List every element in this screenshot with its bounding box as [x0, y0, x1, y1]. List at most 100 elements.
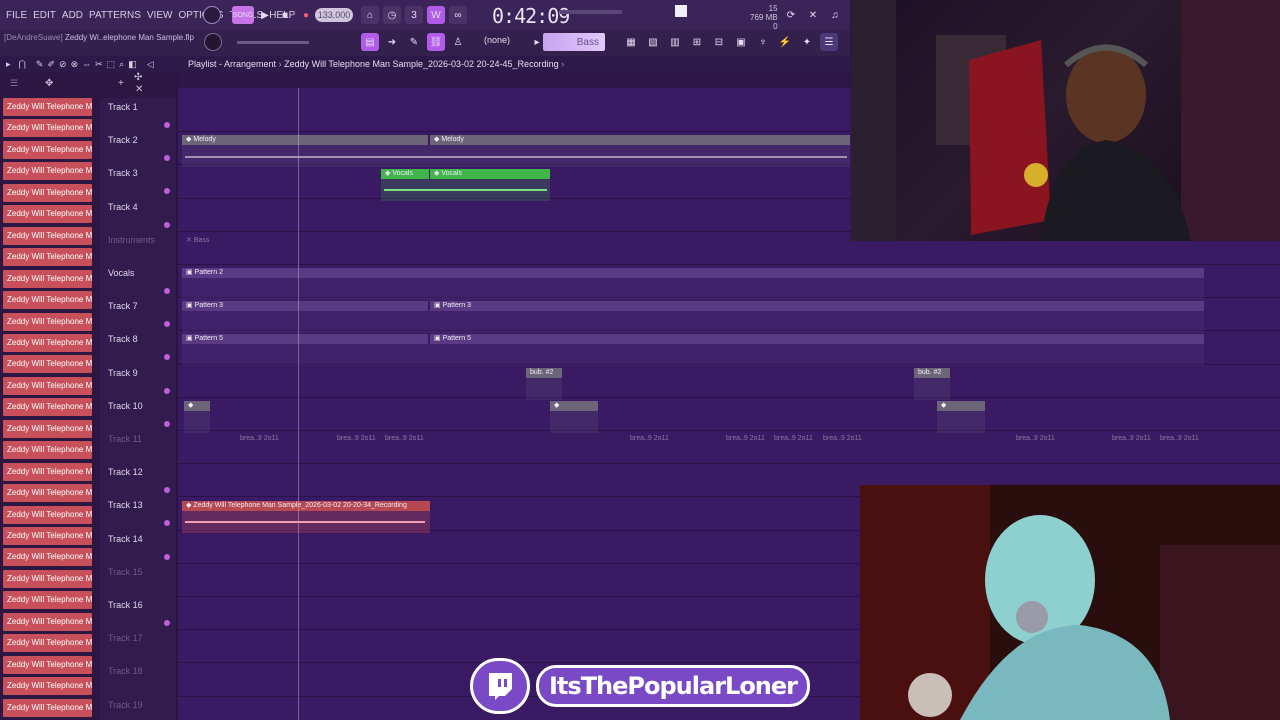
clip-brea[interactable]: brea..9 2o11 — [770, 434, 816, 444]
clip-vocals-1[interactable]: ◆ Vocals — [381, 169, 429, 179]
record-icon[interactable]: ● — [297, 6, 315, 24]
channel-item[interactable]: Zeddy Will Telephone Ma — [3, 505, 92, 524]
track-name[interactable]: Track 13 — [108, 500, 143, 510]
clip-melody-2[interactable]: ◆ Melody — [430, 135, 850, 145]
track-active-indicator[interactable] — [164, 155, 170, 162]
browser-menu-icon[interactable]: ☰ — [10, 78, 18, 89]
channel-item[interactable]: Zeddy Will Telephone Ma — [3, 527, 92, 545]
master-volume-knob[interactable] — [203, 6, 221, 24]
channel-item[interactable]: Zeddy Will Telephone Ma — [3, 312, 92, 331]
restart-icon[interactable]: ⟳ — [782, 6, 800, 24]
channel-item[interactable]: Zeddy Will Telephone Ma — [3, 634, 92, 653]
clip-bub-1[interactable]: bub. #2 — [526, 368, 562, 378]
channel-item[interactable]: Zeddy Will Telephone Ma — [3, 355, 92, 374]
channel-item[interactable]: Zeddy Will Telephone Ma — [3, 569, 92, 588]
main-pitch-slider[interactable] — [237, 41, 309, 44]
delete-tool-icon[interactable]: ⊘ — [59, 59, 67, 70]
channel-item[interactable]: Zeddy Will Telephone Ma — [3, 333, 92, 352]
browser-nav-icon[interactable]: ✥ — [45, 78, 53, 89]
channel-item[interactable]: Zeddy Will Telephone Ma — [3, 119, 92, 138]
slip-tool-icon[interactable]: ⇔ — [82, 59, 91, 69]
select-tool-icon[interactable]: ⬚ — [107, 59, 116, 70]
clip-pattern-5-a[interactable]: ▣ Pattern 5 — [182, 334, 428, 344]
feedback-icon[interactable]: ✦ — [798, 33, 816, 51]
track-name[interactable]: Track 3 — [108, 168, 138, 178]
clip-brea[interactable]: brea..9 2o11 — [381, 434, 427, 444]
menu-file[interactable]: FILE — [6, 10, 27, 21]
channel-item[interactable]: Zeddy Will Telephone Ma — [3, 269, 92, 288]
clip-brea[interactable]: brea..9 2o11 — [1156, 434, 1202, 444]
clip-bub-2-body[interactable] — [914, 378, 950, 400]
clip-recording[interactable]: ◆ Zeddy Will Telephone Man Sample_2026-0… — [182, 501, 430, 511]
clip-track10-a[interactable]: ◆ — [184, 401, 210, 411]
track-name[interactable]: Track 8 — [108, 334, 138, 344]
history-icon[interactable]: ◁ — [147, 59, 154, 70]
track-active-indicator[interactable] — [164, 420, 170, 427]
track-active-indicator[interactable] — [164, 122, 170, 128]
menu-edit[interactable]: EDIT — [33, 10, 56, 21]
clip-track10-c[interactable]: ◆ — [937, 401, 985, 411]
track-active-indicator[interactable] — [164, 387, 170, 394]
track-name[interactable]: Track 18 — [108, 666, 143, 676]
track-name[interactable]: Track 2 — [108, 135, 138, 145]
zoom-tool-icon[interactable]: ⌕ — [119, 59, 124, 70]
play-arrow-icon[interactable]: ▸ — [6, 59, 11, 70]
track-active-indicator[interactable] — [164, 354, 170, 361]
channel-item[interactable]: Zeddy Will Telephone Ma — [3, 698, 92, 717]
clip-track10-b[interactable]: ◆ — [550, 401, 598, 411]
main-volume-knob[interactable] — [204, 33, 222, 51]
stamp-icon[interactable]: ♙ — [449, 33, 467, 51]
plug-icon[interactable]: ⚡ — [776, 33, 794, 51]
clip-melody-1[interactable]: ◆ Melody — [182, 135, 428, 145]
channel-item[interactable]: Zeddy Will Telephone Ma — [3, 548, 92, 567]
channel-item[interactable]: Zeddy Will Telephone Ma — [3, 248, 92, 267]
channel-item[interactable]: Zeddy Will Telephone Ma — [3, 98, 92, 116]
clip-pattern-3-a[interactable]: ▣ Pattern 3 — [182, 301, 428, 311]
tools-icon[interactable]: ✕ — [804, 6, 822, 24]
store-icon[interactable]: ☰ — [820, 33, 838, 51]
pattern-selector[interactable]: (none) — [484, 35, 510, 45]
track-active-indicator[interactable] — [164, 288, 170, 294]
channel-item[interactable]: Zeddy Will Telephone Ma — [3, 376, 92, 395]
mute-tool-icon[interactable]: ⊗ — [71, 59, 79, 70]
magnet-icon[interactable]: ⋂ — [19, 59, 26, 70]
link-icon[interactable]: ⛓ — [427, 33, 445, 51]
loop-record-icon[interactable]: ∞ — [449, 6, 467, 24]
pattern-5-body[interactable] — [182, 344, 1204, 366]
channel-item[interactable]: Zeddy Will Telephone Ma — [3, 162, 92, 181]
channel-item[interactable]: Zeddy Will Telephone Ma — [3, 612, 92, 631]
track-name[interactable]: Track 15 — [108, 567, 143, 577]
countdown-icon[interactable]: 3 — [405, 6, 423, 24]
playlist-breadcrumb[interactable]: Zeddy Will Telephone Man Sample_2026-03-… — [284, 59, 559, 69]
track-name[interactable]: Track 12 — [108, 467, 143, 477]
arrow-right-icon[interactable]: ➜ — [383, 33, 401, 51]
clip-brea[interactable]: brea..9 2o11 — [626, 434, 672, 444]
clip-brea[interactable]: brea..9 2o11 — [722, 434, 768, 444]
playlist-window-icon[interactable]: ▦ — [622, 33, 640, 51]
tempo-display[interactable]: 133.000 — [315, 8, 353, 22]
paint-tool-icon[interactable]: ✐ — [47, 59, 55, 70]
draw-tool-icon[interactable]: ✎ — [36, 59, 44, 70]
channel-item[interactable]: Zeddy Will Telephone Ma — [3, 226, 92, 245]
track-active-indicator[interactable] — [164, 620, 170, 626]
track-name[interactable]: Vocals — [108, 268, 135, 278]
browser-icon[interactable]: ⊟ — [710, 33, 728, 51]
track-active-indicator[interactable] — [164, 188, 170, 195]
track-name[interactable]: Track 14 — [108, 534, 143, 544]
slice-tool-icon[interactable]: ✂ — [95, 59, 103, 70]
track-name[interactable]: Track 4 — [108, 202, 138, 212]
channel-item[interactable]: Zeddy Will Telephone Ma — [3, 462, 92, 481]
clip-brea[interactable]: brea..9 2o11 — [1012, 434, 1058, 444]
play-icon[interactable]: ▶ — [256, 6, 274, 24]
clip-vocals-2[interactable]: ◆ Vocals — [430, 169, 550, 179]
clipboard-icon[interactable]: ▣ — [732, 33, 750, 51]
track-active-indicator[interactable] — [164, 321, 170, 328]
channel-rack-icon[interactable]: ▧ — [644, 33, 662, 51]
track-active-indicator[interactable] — [164, 221, 170, 228]
channel-item[interactable]: Zeddy Will Telephone Ma — [3, 140, 92, 159]
clip-track10-b-body[interactable] — [550, 411, 598, 433]
track-name[interactable]: Track 19 — [108, 700, 143, 710]
track-active-indicator[interactable] — [164, 520, 170, 527]
piano-roll-icon[interactable]: ▥ — [666, 33, 684, 51]
clip-brea[interactable]: brea..9 2o11 — [1108, 434, 1154, 444]
